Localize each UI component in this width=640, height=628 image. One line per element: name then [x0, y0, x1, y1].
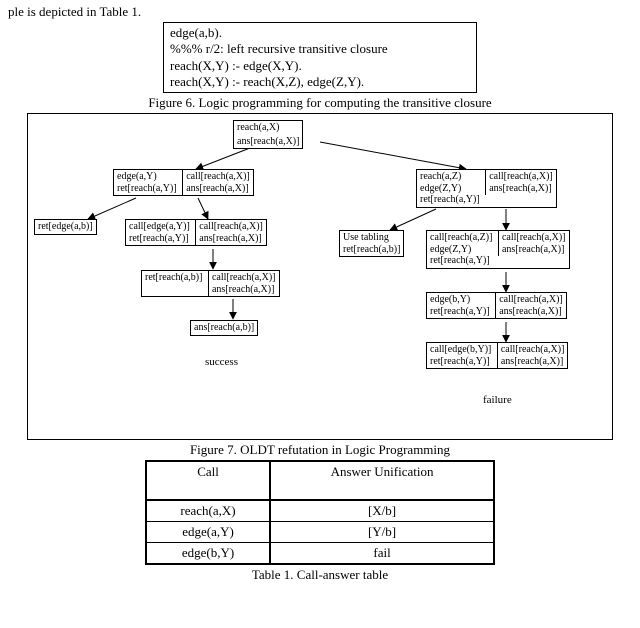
node-l3: ret[reach(a,b)] call[reach(a,X)]ans[reac…: [141, 270, 280, 297]
node-r3: edge(b,Y)ret[reach(a,Y)] call[reach(a,X)…: [426, 292, 567, 319]
diagram-arrows: [28, 114, 612, 439]
node-l1: edge(a,Y)ret[reach(a,Y)] call[reach(a,X)…: [113, 169, 254, 196]
node-text: reach(a,Z)edge(Z,Y)ret[reach(a,Y)]: [417, 170, 483, 207]
cell-answer: [X/b]: [270, 500, 494, 522]
node-l2b: call[edge(a,Y)]ret[reach(a,Y)] call[reac…: [125, 219, 267, 246]
table-row: reach(a,X) [X/b]: [146, 500, 494, 522]
code-line: reach(X,Y) :- reach(X,Z), edge(Z,Y).: [170, 74, 470, 90]
node-text: call[reach(a,X)]ans[reach(a,X)]: [497, 343, 568, 368]
figure7-caption: Figure 7. OLDT refutation in Logic Progr…: [8, 442, 632, 458]
node-text: call[reach(a,X)]ans[reach(a,X)]: [208, 271, 279, 296]
cell-call: edge(b,Y): [146, 543, 270, 565]
node-text: ret[edge(a,b)]: [35, 220, 96, 234]
cell-answer: [Y/b]: [270, 522, 494, 543]
node-text: call[reach(a,X)]ans[reach(a,X)]: [495, 293, 566, 318]
table-row: edge(a,Y) [Y/b]: [146, 522, 494, 543]
table-header-call: Call: [146, 461, 270, 500]
cell-call: edge(a,Y): [146, 522, 270, 543]
node-r4: call[edge(b,Y)]ret[reach(a,Y)] call[reac…: [426, 342, 568, 369]
code-line: reach(X,Y) :- edge(X,Y).: [170, 58, 470, 74]
figure6-caption: Figure 6. Logic programming for computin…: [8, 95, 632, 111]
node-text: reach(a,X): [234, 121, 282, 135]
node-text: call[edge(a,Y)]ret[reach(a,Y)]: [126, 220, 193, 245]
node-text: call[reach(a,X)]ans[reach(a,X)]: [195, 220, 266, 245]
table-row: edge(b,Y) fail: [146, 543, 494, 565]
node-text: Use tablingret[reach(a,b)]: [340, 231, 403, 256]
oldt-refutation-diagram: reach(a,X) ans[reach(a,X)] edge(a,Y)ret[…: [27, 113, 613, 440]
node-text: ans[reach(a,b)]: [191, 321, 257, 335]
node-text: call[edge(b,Y)]ret[reach(a,Y)]: [427, 343, 494, 368]
top-fragment: ple is depicted in Table 1.: [8, 4, 632, 20]
cell-call: reach(a,X): [146, 500, 270, 522]
code-line: edge(a,b).: [170, 25, 470, 41]
node-text: edge(a,Y)ret[reach(a,Y)]: [114, 170, 180, 195]
node-r1: reach(a,Z)edge(Z,Y)ret[reach(a,Y)] call[…: [416, 169, 557, 208]
call-answer-table: Call Answer Unification reach(a,X) [X/b]…: [145, 460, 495, 565]
node-r2b: call[reach(a,Z)]edge(Z,Y)ret[reach(a,Y)]…: [426, 230, 570, 269]
node-root: reach(a,X) ans[reach(a,X)]: [233, 120, 303, 149]
cell-answer: fail: [270, 543, 494, 565]
table-header-answer: Answer Unification: [270, 461, 494, 500]
node-text: call[reach(a,X)]ans[reach(a,X)]: [498, 231, 569, 256]
node-text: ans[reach(a,X)]: [234, 135, 302, 149]
code-listing-box: edge(a,b). %%% r/2: left recursive trans…: [163, 22, 477, 93]
failure-label: failure: [483, 394, 512, 406]
node-text: call[reach(a,Z)]edge(Z,Y)ret[reach(a,Y)]: [427, 231, 495, 268]
node-text: call[reach(a,X)]ans[reach(a,X)]: [182, 170, 253, 195]
node-text: ret[reach(a,b)]: [142, 271, 205, 285]
code-line: %%% r/2: left recursive transitive closu…: [170, 41, 470, 57]
table1-caption: Table 1. Call-answer table: [8, 567, 632, 583]
node-text: call[reach(a,X)]ans[reach(a,X)]: [485, 170, 556, 195]
node-l2a: ret[edge(a,b)]: [34, 219, 97, 235]
success-label: success: [205, 356, 238, 368]
node-l4: ans[reach(a,b)]: [190, 320, 258, 336]
node-r2a: Use tablingret[reach(a,b)]: [339, 230, 404, 257]
node-text: edge(b,Y)ret[reach(a,Y)]: [427, 293, 493, 318]
